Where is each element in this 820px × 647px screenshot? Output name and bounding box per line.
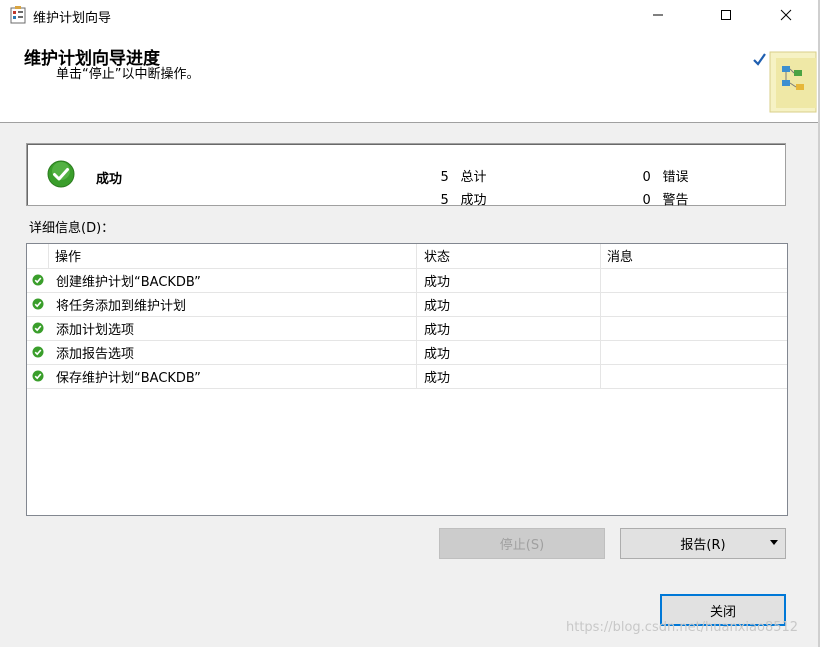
row-status: 成功 <box>424 371 451 386</box>
success-check-icon <box>32 274 44 286</box>
window-title: 维护计划向导 <box>33 11 112 26</box>
warning-count: 0 警告 <box>642 193 689 208</box>
minimize-button[interactable] <box>635 0 681 30</box>
success-count: 5 成功 <box>440 193 487 208</box>
row-status: 成功 <box>424 347 451 362</box>
list-item[interactable]: 将任务添加到维护计划 成功 <box>27 292 787 317</box>
success-check-icon <box>32 322 44 334</box>
progress-summary-panel: 成功 5 总计 5 成功 0 错误 0 警告 <box>26 143 786 208</box>
dropdown-arrow-icon[interactable] <box>770 540 778 545</box>
maintenance-plan-app-icon <box>10 6 26 24</box>
success-check-icon <box>32 346 44 358</box>
report-button[interactable]: 报告(R) <box>620 528 786 559</box>
wizard-checklist-icon <box>753 51 817 113</box>
minimize-icon <box>653 14 663 16</box>
overall-status: 成功 <box>96 172 123 187</box>
row-action: 添加报告选项 <box>56 347 135 362</box>
row-action: 将任务添加到维护计划 <box>56 299 187 314</box>
success-check-icon <box>47 160 75 188</box>
stop-button[interactable]: 停止(S) <box>439 528 605 559</box>
column-header-status[interactable]: 状态 <box>424 246 450 265</box>
list-item[interactable]: 保存维护计划“BACKDB” 成功 <box>27 364 787 389</box>
success-check-icon <box>32 370 44 382</box>
row-action: 添加计划选项 <box>56 323 135 338</box>
row-action: 保存维护计划“BACKDB” <box>56 371 201 386</box>
close-window-button[interactable] <box>763 0 809 30</box>
list-item[interactable]: 添加计划选项 成功 <box>27 316 787 341</box>
list-header: 操作 状态 消息 <box>27 244 787 269</box>
success-check-icon <box>32 298 44 310</box>
row-status: 成功 <box>424 275 451 290</box>
report-button-label: 报告(R) <box>680 538 726 553</box>
wizard-header: 维护计划向导进度 单击“停止”以中断操作。 <box>0 30 820 123</box>
row-action: 创建维护计划“BACKDB” <box>56 275 201 290</box>
column-header-action[interactable]: 操作 <box>55 246 81 265</box>
details-list[interactable]: 操作 状态 消息 创建维护计划“BACKDB” 成功 将任务添加到维护计划 成功… <box>26 243 788 516</box>
column-header-message[interactable]: 消息 <box>607 246 633 265</box>
details-label: 详细信息(D)： <box>29 221 115 236</box>
title-bar: 维护计划向导 <box>0 0 820 30</box>
row-status: 成功 <box>424 323 451 338</box>
list-item[interactable]: 添加报告选项 成功 <box>27 340 787 365</box>
list-item[interactable]: 创建维护计划“BACKDB” 成功 <box>27 268 787 293</box>
row-status: 成功 <box>424 299 451 314</box>
close-icon <box>780 9 792 21</box>
column-divider <box>48 244 49 268</box>
page-subtitle: 单击“停止”以中断操作。 <box>56 67 200 82</box>
maximize-icon <box>721 10 731 20</box>
maximize-button[interactable] <box>703 0 749 30</box>
watermark-text: https://blog.csdn.net/huanxiao8512 <box>566 620 799 635</box>
